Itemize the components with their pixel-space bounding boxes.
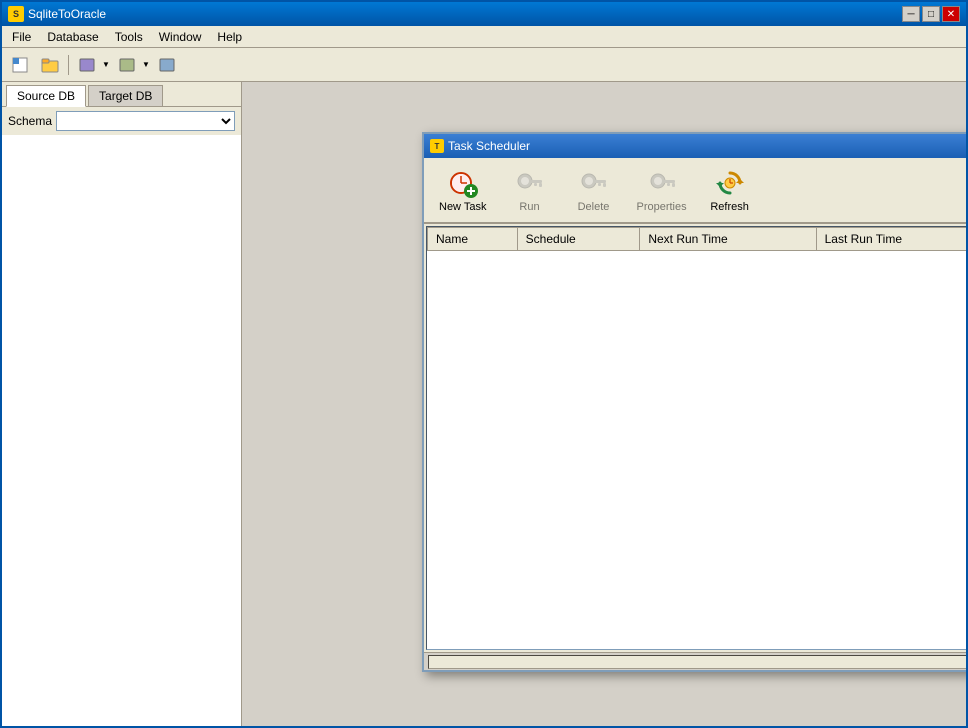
menu-bar: File Database Tools Window Help (2, 26, 966, 48)
toolbar-sep-1 (68, 55, 69, 75)
new-task-label: New Task (439, 201, 486, 213)
col-name: Name (428, 228, 518, 251)
task-scheduler-dialog: T Task Scheduler ─ □ ✕ (422, 132, 966, 672)
delete-button[interactable]: Delete (563, 162, 623, 218)
tab-target-db[interactable]: Target DB (88, 85, 163, 106)
refresh-icon (714, 167, 746, 199)
col-schedule: Schedule (517, 228, 640, 251)
toolbar-arrow-2[interactable]: ▼ (141, 51, 151, 79)
schema-select[interactable] (56, 111, 235, 131)
close-button[interactable]: ✕ (942, 6, 960, 22)
menu-help[interactable]: Help (209, 28, 250, 46)
dialog-title-left: T Task Scheduler (430, 139, 530, 153)
properties-button[interactable]: Properties (627, 162, 695, 218)
tab-source-db[interactable]: Source DB (6, 85, 86, 107)
title-bar: S SqliteToOracle ─ □ ✕ (2, 2, 966, 26)
toolbar-btn-5[interactable] (153, 51, 181, 79)
dialog-toolbar: New Task (424, 158, 966, 224)
toolbar-btn-4[interactable] (113, 51, 141, 79)
properties-label: Properties (636, 201, 686, 213)
toolbar-btn-2[interactable] (36, 51, 64, 79)
toolbar-group-1: ▼ (73, 51, 111, 79)
main-toolbar: ▼ ▼ (2, 48, 966, 82)
schema-label: Schema (8, 114, 52, 128)
minimize-button[interactable]: ─ (902, 6, 920, 22)
task-table: Name Schedule Next Run Time Last Run Tim… (427, 227, 966, 251)
dialog-statusbar (424, 652, 966, 670)
toolbar-arrow-1[interactable]: ▼ (101, 51, 111, 79)
menu-window[interactable]: Window (151, 28, 210, 46)
dialog-icon: T (430, 139, 444, 153)
modal-overlay: T Task Scheduler ─ □ ✕ (242, 82, 966, 726)
dialog-title-bar: T Task Scheduler ─ □ ✕ (424, 134, 966, 158)
delete-label: Delete (578, 201, 610, 213)
menu-database[interactable]: Database (39, 28, 106, 46)
refresh-label: Refresh (710, 201, 749, 213)
status-panel (428, 655, 966, 669)
maximize-button[interactable]: □ (922, 6, 940, 22)
app-icon: S (8, 6, 24, 22)
task-table-container[interactable]: Name Schedule Next Run Time Last Run Tim… (426, 226, 966, 650)
run-icon (513, 167, 545, 199)
title-bar-controls: ─ □ ✕ (902, 6, 960, 22)
refresh-button[interactable]: Refresh (700, 162, 760, 218)
toolbar-btn-1[interactable] (6, 51, 34, 79)
tab-strip: Source DB Target DB (2, 82, 241, 107)
run-label: Run (519, 201, 539, 213)
app-title: SqliteToOracle (28, 7, 106, 21)
new-task-button[interactable]: New Task (430, 162, 495, 218)
menu-file[interactable]: File (4, 28, 39, 46)
left-panel: Source DB Target DB Schema (2, 82, 242, 726)
new-task-icon (447, 167, 479, 199)
main-content: T Task Scheduler ─ □ ✕ (242, 82, 966, 726)
col-last-run: Last Run Time (816, 228, 966, 251)
title-bar-left: S SqliteToOracle (8, 6, 106, 22)
toolbar-group-2: ▼ (113, 51, 151, 79)
toolbar-btn-3[interactable] (73, 51, 101, 79)
panel-toolbar: Schema (2, 107, 241, 135)
content-area: Source DB Target DB Schema T T (2, 82, 966, 726)
properties-icon (646, 167, 678, 199)
dialog-title: Task Scheduler (448, 139, 530, 153)
delete-icon (577, 167, 609, 199)
col-next-run: Next Run Time (640, 228, 816, 251)
main-window: S SqliteToOracle ─ □ ✕ File Database Too… (0, 0, 968, 728)
menu-tools[interactable]: Tools (107, 28, 151, 46)
run-button[interactable]: Run (499, 162, 559, 218)
